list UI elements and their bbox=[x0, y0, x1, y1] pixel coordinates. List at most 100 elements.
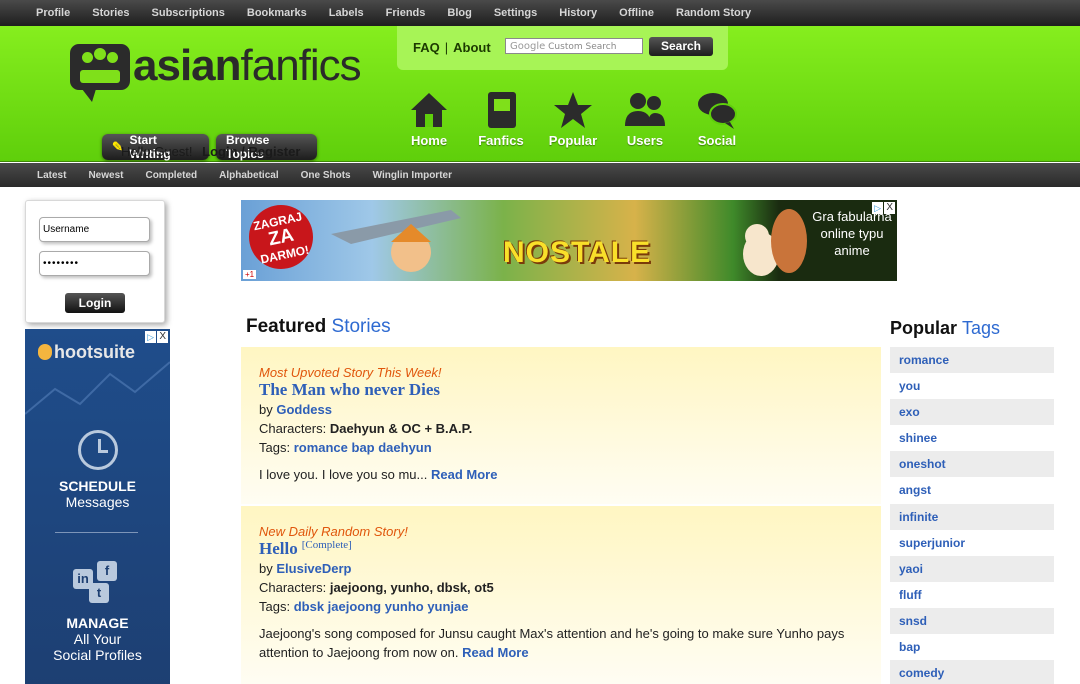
logo-book-icon bbox=[80, 70, 120, 83]
story-title-link[interactable]: The Man who never Dies bbox=[259, 380, 440, 399]
star-icon bbox=[554, 92, 592, 128]
characters-label: Characters: bbox=[259, 580, 327, 595]
story-tags-row: Tags: romance bap daehyun bbox=[259, 438, 863, 457]
site-logo[interactable]: asianfanfics bbox=[133, 41, 362, 90]
topnav-blog[interactable]: Blog bbox=[447, 7, 471, 19]
topnav-history[interactable]: History bbox=[559, 7, 597, 19]
story-tags-links[interactable]: dbsk jaejoong yunho yunjae bbox=[294, 599, 469, 614]
hootsuite-brand: hootsuite bbox=[54, 342, 135, 362]
story-characters: jaejoong, yunho, dbsk, ot5 bbox=[329, 580, 494, 595]
tag-link[interactable]: shinee bbox=[890, 425, 1054, 451]
nav-popular-label: Popular bbox=[548, 133, 598, 148]
story-tags-row: Tags: dbsk jaejoong yunho yunjae bbox=[259, 597, 863, 616]
logo-person-icon bbox=[94, 48, 106, 60]
topnav-offline[interactable]: Offline bbox=[619, 7, 654, 19]
read-more-link[interactable]: Read More bbox=[431, 467, 497, 482]
facebook-icon: f bbox=[97, 561, 117, 581]
tags-heading-bold: Popular bbox=[890, 318, 958, 338]
nav-users-label: Users bbox=[626, 133, 664, 148]
faq-link[interactable]: FAQ bbox=[413, 40, 440, 55]
ad-line-1: SCHEDULE bbox=[58, 478, 136, 494]
squirrel-illustration bbox=[743, 209, 807, 276]
tag-link[interactable]: exo bbox=[890, 399, 1054, 426]
story-tags-links[interactable]: romance bap daehyun bbox=[294, 440, 432, 455]
logo-text-light: fanfics bbox=[240, 41, 362, 90]
by-label: by bbox=[259, 402, 273, 417]
story-kind: New Daily Random Story! bbox=[259, 524, 408, 539]
hootsuite-logo: hootsuite bbox=[38, 342, 135, 363]
clock-icon bbox=[78, 430, 118, 470]
banner-tagline: Gra fabularna online typu anime bbox=[812, 209, 892, 258]
tag-link[interactable]: bap bbox=[890, 634, 1054, 660]
nav-social[interactable]: Social bbox=[687, 90, 747, 148]
subnav-newest[interactable]: Newest bbox=[88, 170, 123, 181]
topnav-random-story[interactable]: Random Story bbox=[676, 7, 751, 19]
nostale-logo: NOSTALE bbox=[503, 236, 652, 269]
subnav-winglin-importer[interactable]: Winglin Importer bbox=[373, 170, 452, 181]
ad-close-icon[interactable]: X bbox=[157, 331, 168, 343]
ad-info-icon[interactable]: ▷ bbox=[872, 202, 883, 214]
tag-link[interactable]: oneshot bbox=[890, 451, 1054, 478]
logo-text-bold: asian bbox=[133, 41, 242, 90]
gplus-badge[interactable]: +1 bbox=[243, 270, 257, 279]
subnav-alphabetical[interactable]: Alphabetical bbox=[219, 170, 278, 181]
search-input[interactable]: Google Custom Search bbox=[505, 38, 643, 54]
ad-info-icon[interactable]: ▷ bbox=[145, 331, 156, 343]
nav-users[interactable]: Users bbox=[615, 90, 675, 148]
login-register-link[interactable]: Login / Register bbox=[202, 144, 300, 159]
top-navigation: Profile Stories Subscriptions Bookmarks … bbox=[0, 0, 1080, 26]
topnav-settings[interactable]: Settings bbox=[494, 7, 537, 19]
logo-person-icon bbox=[107, 52, 118, 63]
nav-home[interactable]: Home bbox=[399, 90, 459, 148]
story-excerpt: Jaejoong's song composed for Junsu caugh… bbox=[259, 626, 845, 660]
tag-link[interactable]: angst bbox=[890, 477, 1054, 503]
nav-fanfics[interactable]: Fanfics bbox=[471, 90, 531, 148]
login-button[interactable]: Login bbox=[65, 293, 125, 313]
topnav-friends[interactable]: Friends bbox=[386, 7, 426, 19]
sub-navigation: Latest Newest Completed Alphabetical One… bbox=[0, 163, 1080, 187]
search-button[interactable]: Search bbox=[649, 37, 713, 56]
story-author-link[interactable]: Goddess bbox=[276, 402, 332, 417]
story-description: Jaejoong's song composed for Junsu caugh… bbox=[259, 624, 863, 662]
topnav-stories[interactable]: Stories bbox=[92, 7, 129, 19]
nav-popular[interactable]: Popular bbox=[543, 90, 603, 148]
tag-link[interactable]: yaoi bbox=[890, 555, 1054, 582]
hootsuite-ad[interactable]: ▷ X hootsuite SCHEDULE Messages in f t M… bbox=[25, 329, 170, 684]
topnav-subscriptions[interactable]: Subscriptions bbox=[152, 7, 225, 19]
popular-tags-heading: Popular Tags bbox=[890, 318, 1000, 339]
social-icons: in f t bbox=[73, 561, 119, 605]
users-icon bbox=[625, 93, 665, 126]
password-field[interactable] bbox=[39, 251, 150, 276]
faq-about-links: FAQ | About bbox=[413, 40, 491, 55]
subnav-latest[interactable]: Latest bbox=[37, 170, 66, 181]
tag-link[interactable]: superjunior bbox=[890, 530, 1054, 556]
nav-fanfics-label: Fanfics bbox=[478, 133, 524, 148]
tag-link[interactable]: comedy bbox=[890, 660, 1054, 684]
logo-icon[interactable] bbox=[70, 44, 130, 102]
ad-close-icon[interactable]: X bbox=[884, 202, 895, 214]
tag-link[interactable]: infinite bbox=[890, 503, 1054, 530]
story-title-link[interactable]: Hello bbox=[259, 539, 298, 558]
tag-link[interactable]: you bbox=[890, 373, 1054, 399]
subnav-completed[interactable]: Completed bbox=[145, 170, 197, 181]
play-free-badge: ZAGRAJ ZA DARMO! bbox=[243, 200, 319, 275]
story-characters-row: Characters: jaejoong, yunho, dbsk, ot5 bbox=[259, 578, 863, 597]
tag-link[interactable]: romance bbox=[890, 347, 1054, 374]
by-label: by bbox=[259, 561, 273, 576]
tag-link[interactable]: snsd bbox=[890, 607, 1054, 635]
about-link[interactable]: About bbox=[453, 40, 491, 55]
read-more-link[interactable]: Read More bbox=[462, 645, 528, 660]
search-panel: FAQ | About Google Custom Search Search bbox=[397, 26, 728, 70]
subnav-one-shots[interactable]: One Shots bbox=[301, 170, 351, 181]
username-field[interactable] bbox=[39, 217, 150, 242]
story-author-row: by Goddess bbox=[259, 400, 863, 419]
link-separator: | bbox=[444, 40, 449, 55]
story-characters: Daehyun & OC + B.A.P. bbox=[329, 421, 473, 436]
topnav-labels[interactable]: Labels bbox=[329, 7, 364, 19]
nostale-banner-ad[interactable]: ZAGRAJ ZA DARMO! NOSTALE Gra fabularna o… bbox=[241, 200, 897, 281]
ad-divider bbox=[55, 532, 138, 533]
story-author-link[interactable]: ElusiveDerp bbox=[276, 561, 351, 576]
topnav-profile[interactable]: Profile bbox=[36, 7, 70, 19]
tag-link[interactable]: fluff bbox=[890, 582, 1054, 608]
topnav-bookmarks[interactable]: Bookmarks bbox=[247, 7, 307, 19]
